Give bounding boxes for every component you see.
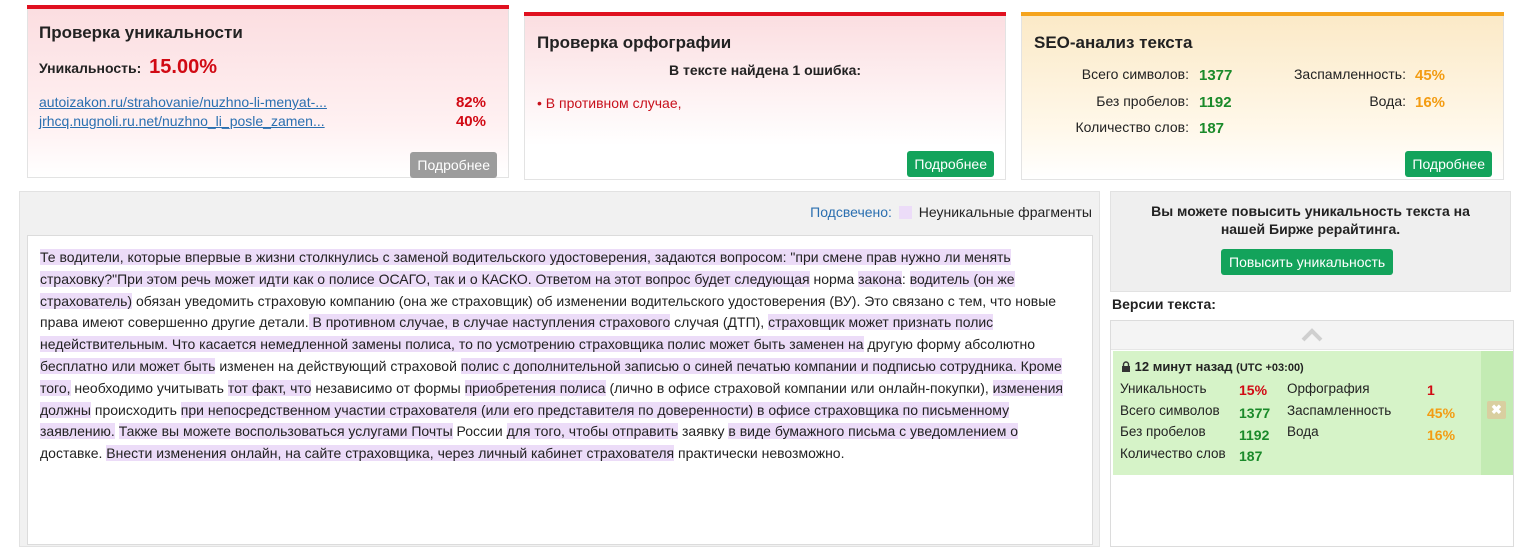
nonunique-fragment: в виде бумажного письма с уведомлением о	[728, 423, 1018, 440]
nonunique-fragment: В противном случае, в случае наступления…	[308, 314, 671, 331]
source-row: jrhcq.nugnoli.ru.net/nuzhno_li_posle_zam…	[39, 113, 499, 130]
seo-water-label: Вода:	[1369, 93, 1406, 109]
version-total: 1377	[1239, 405, 1271, 421]
uniqueness-value: 15.00%	[149, 56, 217, 78]
version-water: 16%	[1427, 427, 1456, 443]
version-uniq-label: Уникальность	[1120, 381, 1207, 396]
uniqueness-more-button[interactable]: Подробнее	[410, 152, 497, 178]
seo-card-topbar	[1021, 12, 1504, 16]
nonunique-fragment: тот факт, что	[227, 379, 312, 396]
text-fragment: другую форму абсолютно	[863, 336, 1036, 353]
seo-words: 187	[1199, 120, 1225, 137]
text-fragment: (лично в офисе страховой компании или он…	[605, 379, 993, 396]
raise-uniqueness-button[interactable]: Повысить уникальность	[1221, 249, 1394, 275]
versions-scroll-up[interactable]	[1111, 321, 1513, 350]
seo-card-title: SEO-анализ текста	[1034, 33, 1193, 52]
text-fragment: случая (ДТП),	[670, 314, 769, 331]
seo-spam: 45%	[1415, 67, 1446, 84]
spelling-card-title: Проверка орфографии	[537, 33, 732, 52]
text-panel: Подсвечено: Неуникальные фрагменты Те во…	[19, 191, 1100, 547]
source-link[interactable]: autoizakon.ru/strahovanie/nuzhno-li-meny…	[39, 94, 327, 110]
version-nospace: 1192	[1239, 427, 1270, 443]
spelling-more-button[interactable]: Подробнее	[907, 151, 994, 177]
source-row: autoizakon.ru/strahovanie/nuzhno-li-meny…	[39, 94, 499, 111]
seo-spam-label: Заспамленность:	[1293, 66, 1406, 82]
versions-title: Версии текста:	[1112, 296, 1216, 312]
version-timezone: (UTC +03:00)	[1236, 362, 1304, 374]
nonunique-fragment: для того, чтобы отправить	[506, 423, 679, 440]
version-total-label: Всего символов	[1120, 403, 1220, 418]
text-fragment: независимо от формы	[311, 379, 465, 396]
nonunique-fragment: закона	[858, 270, 902, 287]
nonunique-fragment: Что касается немедленной замены полиса, …	[168, 336, 864, 353]
spelling-error-item[interactable]: • В противном случае,	[537, 95, 682, 111]
seo-card: SEO-анализ текста Всего символов: 1377 Б…	[1021, 12, 1504, 180]
lock-icon	[1122, 361, 1130, 372]
text-fragment: :	[901, 270, 910, 287]
spelling-card: Проверка орфографии В тексте найдена 1 о…	[524, 12, 1006, 180]
versions-panel: 12 минут назад (UTC +03:00) Уникальность…	[1110, 320, 1514, 547]
uniqueness-card: Проверка уникальности Уникальность: 15.0…	[27, 5, 509, 178]
source-link[interactable]: jrhcq.nugnoli.ru.net/nuzhno_li_posle_zam…	[39, 113, 325, 129]
highlight-legend-label: Подсвечено:	[810, 204, 892, 220]
uniqueness-card-topbar	[27, 5, 509, 9]
text-fragment: норма	[809, 270, 859, 287]
raise-uniqueness-text: Вы можете повысить уникальность текста н…	[1151, 203, 1470, 237]
version-spam: 45%	[1427, 405, 1456, 421]
version-water-label: Вода	[1287, 424, 1319, 439]
version-spell-label: Орфография	[1287, 381, 1370, 396]
text-fragment: другие детали.	[211, 314, 309, 331]
version-time: 12 минут назад	[1134, 359, 1233, 374]
text-fragment: изменен на действующий страховой	[215, 357, 461, 374]
nonunique-fragment: Внести изменения онлайн, на сайте страхо…	[106, 445, 675, 462]
text-fragment: заявку	[678, 423, 729, 440]
seo-words-label: Количество слов:	[1075, 119, 1189, 135]
bullet-icon: •	[537, 95, 542, 111]
uniqueness-label-row: Уникальность: 15.00%	[39, 56, 217, 79]
version-delete-column: ✖	[1481, 351, 1513, 475]
chevron-up-icon	[1301, 328, 1323, 342]
source-percent: 40%	[455, 113, 486, 130]
version-uniq: 15%	[1239, 382, 1268, 398]
highlight-swatch	[898, 206, 912, 219]
highlight-legend: Подсвечено: Неуникальные фрагменты	[810, 204, 1092, 220]
checked-text[interactable]: Те водители, которые впервые в жизни сто…	[27, 235, 1093, 545]
seo-water: 16%	[1415, 94, 1446, 111]
nonunique-fragment: приобретения полиса	[464, 379, 606, 396]
nonunique-fragment: бесплатно или может быть	[40, 357, 216, 374]
version-item[interactable]: 12 минут назад (UTC +03:00) Уникальность…	[1113, 351, 1513, 475]
version-words-label: Количество слов	[1120, 446, 1226, 461]
version-spam-label: Заспамленность	[1287, 403, 1392, 418]
version-header: 12 минут назад (UTC +03:00)	[1121, 359, 1304, 374]
version-nospace-label: Без пробелов	[1120, 424, 1206, 439]
version-spell: 1	[1427, 382, 1435, 398]
seo-no-spaces-label: Без пробелов:	[1096, 93, 1189, 109]
text-fragment: практически невозможно.	[674, 445, 845, 462]
raise-uniqueness-box: Вы можете повысить уникальность текста н…	[1110, 191, 1511, 292]
spelling-summary: В тексте найдена 1 ошибка:	[668, 62, 862, 78]
spelling-card-topbar	[524, 12, 1006, 16]
spelling-error-text: В противном случае,	[545, 95, 682, 111]
version-words: 187	[1239, 448, 1263, 464]
nonunique-fragment: Также вы можете воспользоваться услугами…	[118, 423, 453, 440]
close-icon[interactable]: ✖	[1487, 401, 1506, 419]
text-fragment: доставке.	[40, 445, 107, 462]
seo-more-button[interactable]: Подробнее	[1405, 151, 1492, 177]
uniqueness-label: Уникальность:	[39, 60, 142, 76]
seo-total-chars-label: Всего символов:	[1081, 66, 1189, 82]
text-fragment: необходимо учитывать	[70, 379, 228, 396]
highlight-legend-text: Неуникальные фрагменты	[918, 204, 1092, 220]
text-fragment: России	[452, 423, 507, 440]
uniqueness-card-title: Проверка уникальности	[39, 23, 243, 42]
text-fragment: происходить	[90, 401, 181, 418]
source-percent: 82%	[455, 94, 486, 111]
